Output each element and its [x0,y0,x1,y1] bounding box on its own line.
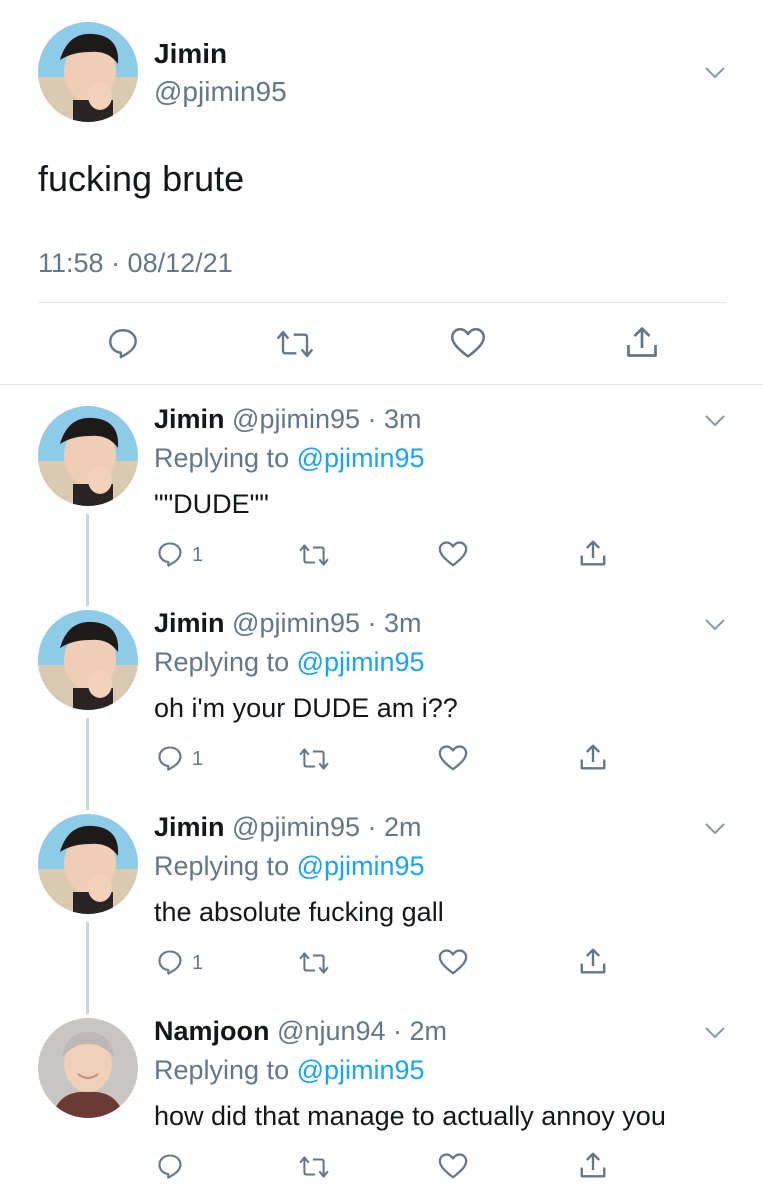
chevron-down-icon[interactable] [704,414,726,428]
share-icon[interactable] [578,946,608,976]
avatar-photo [38,814,138,914]
reply-avatar[interactable] [38,814,138,914]
replying-label: Replying to [154,647,290,677]
avatar-photo [38,1018,138,1118]
thread-line [86,514,89,606]
reply-time[interactable]: 2m [384,812,422,842]
reply-author-name[interactable]: Namjoon [154,1016,270,1046]
like-icon[interactable] [438,948,468,976]
replying-to: Replying to @pjimin95 [154,851,425,882]
share-icon[interactable] [578,742,608,772]
reply-author-handle[interactable]: @pjimin95 [232,404,360,434]
reply-author-name[interactable]: Jimin [154,812,225,842]
avatar-photo [38,22,138,122]
reply-text: the absolute fucking gall [154,897,444,927]
separator-dot: · [360,812,385,842]
reply-count: 1 [192,544,204,566]
mention-link[interactable]: @pjimin95 [297,851,425,881]
avatar-photo [38,406,138,506]
replying-to: Replying to @pjimin95 [154,647,425,678]
reply-time[interactable]: 3m [384,404,422,434]
tweet-text: fucking brute [38,158,245,199]
main-avatar[interactable] [38,22,138,122]
like-icon[interactable] [450,326,486,360]
separator-dot: · [385,1016,410,1046]
reply-author-name[interactable]: Jimin [154,404,225,434]
like-icon[interactable] [438,744,468,772]
reply-time[interactable]: 3m [384,608,422,638]
share-icon[interactable] [578,538,608,568]
reply-icon[interactable] [156,948,184,976]
main-author-handle[interactable]: @pjimin95 [154,76,287,108]
reply-header: Jimin @pjimin95 · 3m [154,608,422,639]
chevron-down-icon[interactable] [704,822,726,836]
replying-to: Replying to @pjimin95 [154,1055,425,1086]
reply-count: 1 [192,748,204,770]
reply-avatar[interactable] [38,406,138,506]
reply-author-handle[interactable]: @njun94 [277,1016,386,1046]
retweet-icon[interactable] [275,328,315,360]
avatar-photo [38,610,138,710]
mention-link[interactable]: @pjimin95 [297,647,425,677]
reply-icon[interactable] [156,744,184,772]
reply-icon[interactable] [156,1152,184,1180]
retweet-icon[interactable] [298,1154,330,1180]
divider [38,302,726,303]
reply-author-handle[interactable]: @pjimin95 [232,812,360,842]
reply-icon[interactable] [106,326,140,360]
replying-label: Replying to [154,851,290,881]
reply-author-handle[interactable]: @pjimin95 [232,608,360,638]
mention-link[interactable]: @pjimin95 [297,443,425,473]
like-icon[interactable] [438,540,468,568]
retweet-icon[interactable] [298,950,330,976]
reply-count: 1 [192,952,204,974]
mention-link[interactable]: @pjimin95 [297,1055,425,1085]
separator-dot: · [360,404,385,434]
reply-icon[interactable] [156,540,184,568]
thread-line [86,718,89,810]
divider [0,384,763,385]
reply-text: oh i'm your DUDE am i?? [154,693,458,723]
replying-label: Replying to [154,1055,290,1085]
share-icon[interactable] [578,1150,608,1180]
chevron-down-icon[interactable] [704,1026,726,1040]
share-icon[interactable] [624,324,660,360]
main-author-name[interactable]: Jimin [154,38,227,70]
chevron-down-icon[interactable] [704,66,726,80]
tweet-timestamp[interactable]: 11:58 · 08/12/21 [38,248,233,279]
reply-avatar[interactable] [38,610,138,710]
separator-dot: · [360,608,385,638]
replying-label: Replying to [154,443,290,473]
reply-header: Jimin @pjimin95 · 2m [154,812,422,843]
reply-text: how did that manage to actually annoy yo… [154,1101,666,1131]
reply-avatar[interactable] [38,1018,138,1118]
like-icon[interactable] [438,1152,468,1180]
reply-header: Namjoon @njun94 · 2m [154,1016,447,1047]
reply-author-name[interactable]: Jimin [154,608,225,638]
replying-to: Replying to @pjimin95 [154,443,425,474]
retweet-icon[interactable] [298,746,330,772]
chevron-down-icon[interactable] [704,618,726,632]
retweet-icon[interactable] [298,542,330,568]
reply-time[interactable]: 2m [410,1016,448,1046]
reply-text: ""DUDE"" [154,489,269,519]
thread-line [86,922,89,1014]
reply-header: Jimin @pjimin95 · 3m [154,404,422,435]
